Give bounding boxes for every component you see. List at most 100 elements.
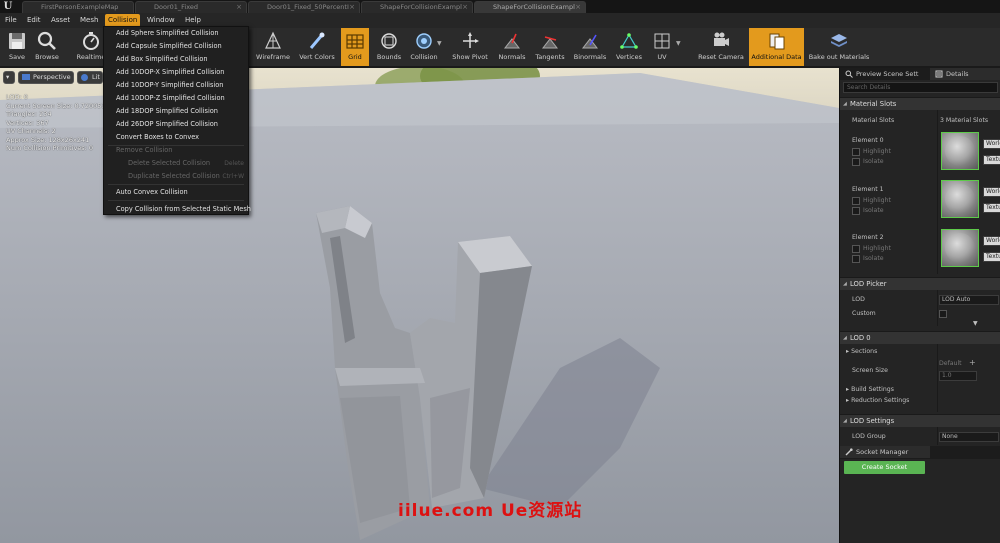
menu-add-10dop-z-collision[interactable]: Add 10DOP-Z Simplified Collision bbox=[104, 92, 248, 105]
panel-tabs: Preview Scene Sett Details bbox=[840, 68, 1000, 80]
perspective-label: Perspective bbox=[33, 73, 71, 81]
tab-firstpersonexamplemap[interactable]: FirstPersonExampleMap bbox=[22, 1, 134, 13]
tab-door01-fixed[interactable]: Door01_Fixed × bbox=[135, 1, 247, 13]
section-material-slots[interactable]: ◢Material Slots bbox=[840, 97, 1000, 110]
section-lod-picker[interactable]: ◢LOD Picker bbox=[840, 277, 1000, 290]
material-thumbnail[interactable] bbox=[941, 132, 979, 170]
grid-button[interactable]: Grid bbox=[341, 28, 369, 66]
tab-shapeforcollision-1[interactable]: ShapeForCollisionExampl× bbox=[361, 1, 473, 13]
stat-triangles: Triangles: 234 bbox=[6, 110, 106, 119]
create-socket-button[interactable]: Create Socket bbox=[844, 461, 925, 474]
texture-field[interactable]: Textu bbox=[983, 203, 1000, 213]
menu-add-sphere-collision[interactable]: Add Sphere Simplified Collision bbox=[104, 27, 248, 40]
normals-button[interactable]: Normals bbox=[494, 28, 530, 66]
browse-button[interactable]: Browse bbox=[32, 28, 62, 66]
material-asset-field[interactable]: World bbox=[983, 139, 1000, 149]
collapse-arrow-icon: ◢ bbox=[843, 98, 847, 111]
sections-row[interactable]: ▸ Sections bbox=[846, 348, 877, 355]
tab-label: Door01_Fixed bbox=[154, 3, 198, 11]
viewport-options-button[interactable]: ▾ bbox=[3, 71, 15, 84]
custom-label: Custom bbox=[852, 310, 876, 317]
tab-shapeforcollision-2[interactable]: ShapeForCollisionExampl× bbox=[474, 1, 586, 13]
reduction-settings-row[interactable]: ▸ Reduction Settings bbox=[846, 397, 909, 404]
highlight-checkbox[interactable] bbox=[852, 245, 860, 253]
grid-label: Grid bbox=[341, 53, 369, 61]
tab-door01-fixed-50percent[interactable]: Door01_Fixed_50PercentI× bbox=[248, 1, 360, 13]
isolate-label: Isolate bbox=[863, 158, 884, 165]
material-thumbnail[interactable] bbox=[941, 229, 979, 267]
close-icon[interactable]: × bbox=[462, 2, 468, 13]
search-details-input[interactable]: Search Details bbox=[843, 82, 998, 93]
menu-add-10dop-y-collision[interactable]: Add 10DOP-Y Simplified Collision bbox=[104, 79, 248, 92]
section-lod-settings[interactable]: ◢LOD Settings bbox=[840, 414, 1000, 427]
search-icon bbox=[845, 70, 853, 78]
shortcut-label: Delete bbox=[224, 157, 244, 170]
uv-button[interactable]: UV bbox=[648, 28, 676, 66]
menu-duplicate-selected-collision[interactable]: Duplicate Selected Collision Ctrl+W bbox=[104, 170, 248, 183]
material-thumbnail[interactable] bbox=[941, 180, 979, 218]
close-icon[interactable]: × bbox=[236, 2, 242, 13]
highlight-label: Highlight bbox=[863, 197, 891, 204]
section-title: LOD Picker bbox=[850, 280, 887, 288]
section-lod-0[interactable]: ◢LOD 0 bbox=[840, 331, 1000, 344]
vert-colors-button[interactable]: Vert Colors bbox=[296, 28, 338, 66]
vertices-button[interactable]: Vertices bbox=[612, 28, 646, 66]
close-icon[interactable]: × bbox=[349, 2, 355, 13]
isolate-checkbox[interactable] bbox=[852, 207, 860, 215]
screen-size-input[interactable]: 1.0 bbox=[939, 371, 977, 381]
texture-field[interactable]: Textu bbox=[983, 155, 1000, 165]
expand-arrow-icon[interactable]: ▼ bbox=[973, 320, 978, 327]
wireframe-button[interactable]: Wireframe bbox=[254, 28, 292, 66]
custom-checkbox[interactable] bbox=[939, 310, 947, 318]
menu-file[interactable]: File bbox=[2, 14, 20, 27]
details-panel: Preview Scene Sett Details Search Detail… bbox=[839, 68, 1000, 543]
watermark-text: iilue.com Ue资源站 bbox=[398, 496, 582, 521]
lod-group-dropdown[interactable]: None bbox=[939, 432, 999, 442]
lit-button[interactable]: Lit bbox=[77, 71, 103, 84]
title-bar: U FirstPersonExampleMap Door01_Fixed× Do… bbox=[0, 0, 1000, 13]
build-settings-row[interactable]: ▸ Build Settings bbox=[846, 386, 894, 393]
highlight-checkbox[interactable] bbox=[852, 197, 860, 205]
normals-label: Normals bbox=[494, 53, 530, 61]
lod-dropdown[interactable]: LOD Auto bbox=[939, 295, 999, 305]
close-icon[interactable]: × bbox=[575, 2, 581, 13]
column-divider bbox=[937, 344, 938, 412]
collision-button[interactable]: Collision bbox=[406, 28, 442, 66]
tab-preview-scene-settings[interactable]: Preview Scene Sett bbox=[840, 68, 930, 80]
perspective-button[interactable]: Perspective bbox=[18, 71, 74, 84]
binormals-button[interactable]: Binormals bbox=[570, 28, 610, 66]
menu-add-18dop-collision[interactable]: Add 18DOP Simplified Collision bbox=[104, 105, 248, 118]
material-asset-field[interactable]: World bbox=[983, 187, 1000, 197]
isolate-checkbox[interactable] bbox=[852, 255, 860, 263]
tab-socket-manager[interactable]: Socket Manager bbox=[840, 446, 930, 458]
menu-asset[interactable]: Asset bbox=[48, 14, 73, 27]
menu-auto-convex-collision[interactable]: Auto Convex Collision bbox=[104, 186, 248, 199]
additional-data-button[interactable]: Additional Data bbox=[749, 28, 804, 66]
save-button[interactable]: Save bbox=[2, 28, 32, 66]
menu-remove-collision[interactable]: Remove Collision bbox=[104, 144, 248, 157]
highlight-checkbox[interactable] bbox=[852, 148, 860, 156]
reset-camera-label: Reset Camera bbox=[696, 53, 746, 61]
tab-details[interactable]: Details bbox=[930, 68, 1000, 80]
bake-out-materials-button[interactable]: Bake out Materials bbox=[806, 28, 872, 66]
menu-convert-boxes-to-convex[interactable]: Convert Boxes to Convex bbox=[104, 131, 248, 144]
menu-delete-selected-collision[interactable]: Delete Selected Collision Delete bbox=[104, 157, 248, 170]
texture-field[interactable]: Textu bbox=[983, 252, 1000, 262]
bounds-button[interactable]: Bounds bbox=[373, 28, 405, 66]
lod-group-label: LOD Group bbox=[852, 433, 886, 440]
menu-mesh[interactable]: Mesh bbox=[77, 14, 101, 27]
menu-add-capsule-collision[interactable]: Add Capsule Simplified Collision bbox=[104, 40, 248, 53]
menu-add-box-collision[interactable]: Add Box Simplified Collision bbox=[104, 53, 248, 66]
add-icon[interactable]: + bbox=[969, 358, 976, 367]
menu-add-26dop-collision[interactable]: Add 26DOP Simplified Collision bbox=[104, 118, 248, 131]
material-asset-field[interactable]: World bbox=[983, 236, 1000, 246]
tangents-button[interactable]: Tangents bbox=[532, 28, 568, 66]
chevron-down-icon[interactable]: ▼ bbox=[437, 40, 442, 47]
menu-edit[interactable]: Edit bbox=[24, 14, 44, 27]
menu-copy-collision-from-selected[interactable]: Copy Collision from Selected Static Mesh bbox=[104, 203, 248, 216]
chevron-down-icon[interactable]: ▼ bbox=[676, 40, 681, 47]
menu-add-10dop-x-collision[interactable]: Add 10DOP-X Simplified Collision bbox=[104, 66, 248, 79]
isolate-checkbox[interactable] bbox=[852, 158, 860, 166]
show-pivot-button[interactable]: Show Pivot bbox=[450, 28, 490, 66]
reset-camera-button[interactable]: Reset Camera bbox=[696, 28, 746, 66]
